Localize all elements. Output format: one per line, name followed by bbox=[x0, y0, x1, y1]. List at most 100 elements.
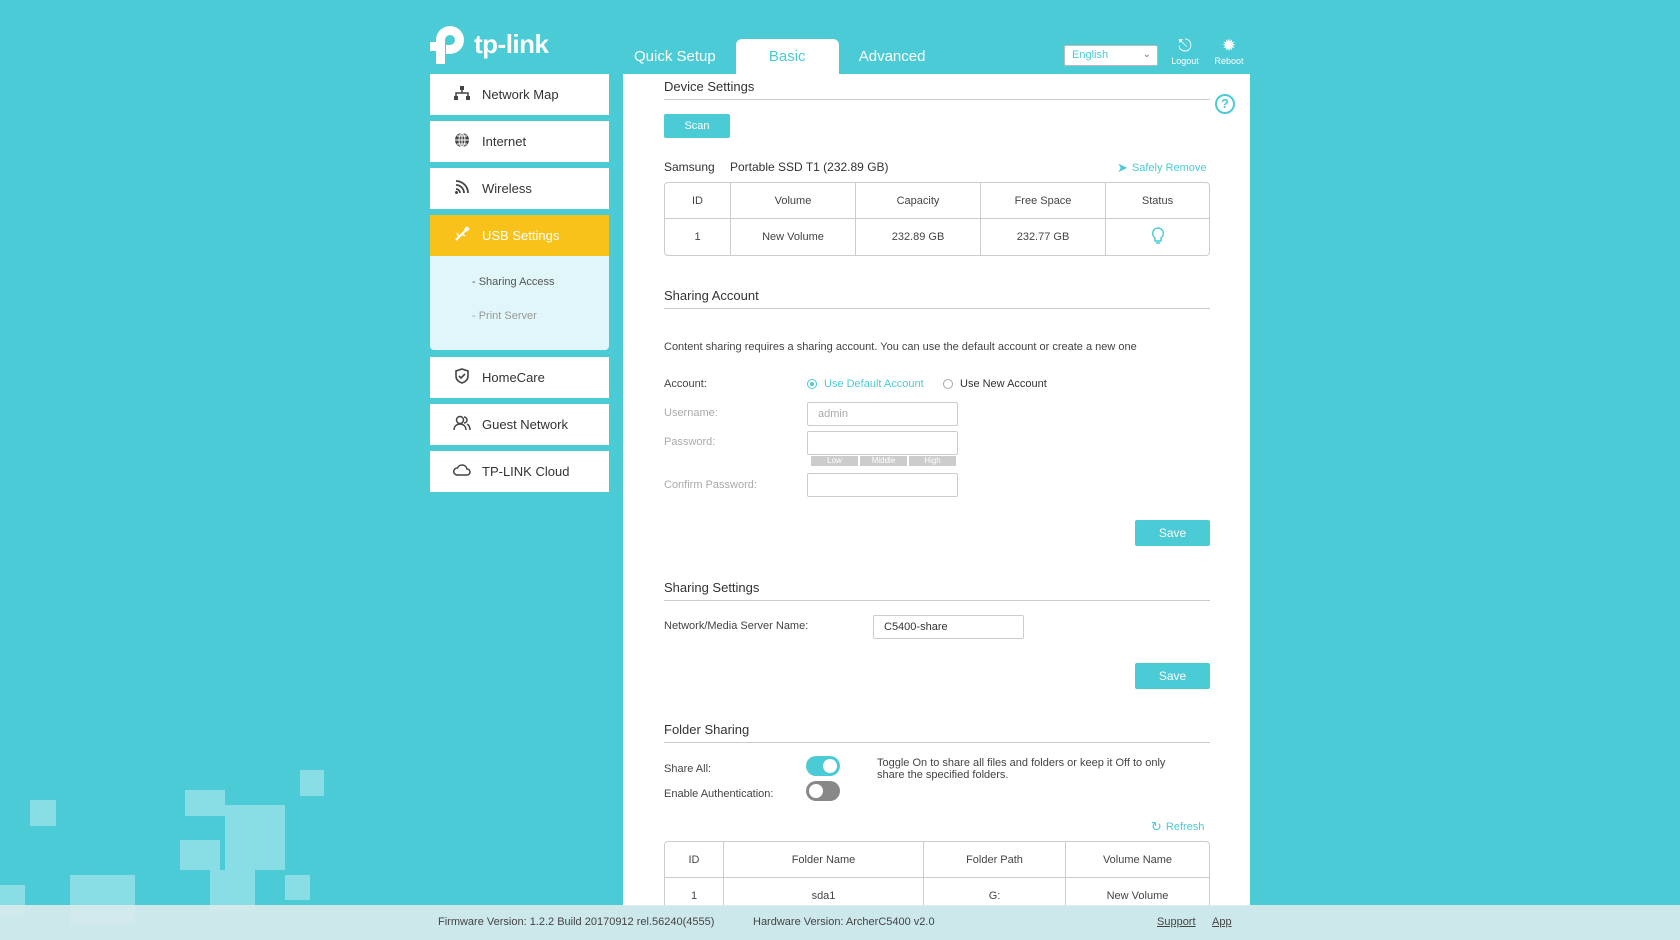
folder-sharing-title: Folder Sharing bbox=[664, 722, 750, 737]
divider bbox=[664, 308, 1210, 309]
sidebar-item-tp-link-cloud[interactable]: TP-LINK Cloud bbox=[430, 451, 609, 492]
toggle-knob bbox=[809, 784, 823, 798]
table-cell: 1 bbox=[665, 219, 731, 255]
firmware-version: Firmware Version: 1.2.2 Build 20170912 r… bbox=[438, 916, 715, 928]
table-cell: 1 bbox=[665, 878, 724, 906]
tp-link-logo[interactable]: tp-link bbox=[430, 24, 549, 64]
logout-button[interactable]: ⎋ Logout bbox=[1167, 36, 1203, 66]
table-row[interactable]: 1 sda1 G: New Volume bbox=[665, 878, 1209, 906]
wifi-icon bbox=[452, 179, 472, 199]
strength-low: Low bbox=[811, 456, 858, 466]
sidebar-item-usb-settings[interactable]: USB Settings bbox=[430, 215, 609, 256]
password-label: Password: bbox=[664, 436, 716, 448]
username-field[interactable]: admin bbox=[807, 402, 958, 426]
reboot-icon: ✹ bbox=[1221, 36, 1237, 55]
sharing-settings-title: Sharing Settings bbox=[664, 580, 760, 595]
use-default-account-radio[interactable]: Use Default Account bbox=[807, 378, 924, 390]
confirm-password-field[interactable] bbox=[807, 473, 958, 497]
footer: Firmware Version: 1.2.2 Build 20170912 r… bbox=[0, 905, 1680, 940]
background-decoration bbox=[300, 770, 324, 796]
table-cell: New Volume bbox=[1106, 890, 1169, 902]
hardware-version: Hardware Version: ArcherC5400 v2.0 bbox=[753, 916, 935, 928]
column-header: ID bbox=[665, 183, 731, 219]
server-name-field[interactable]: C5400-share bbox=[873, 615, 1024, 639]
server-name-label: Network/Media Server Name: bbox=[664, 620, 809, 632]
use-new-account-radio[interactable]: Use New Account bbox=[943, 378, 1047, 390]
table-cell: 232.77 GB bbox=[981, 219, 1106, 255]
reboot-button[interactable]: ✹ Reboot bbox=[1211, 36, 1247, 66]
share-all-toggle[interactable] bbox=[806, 756, 840, 776]
refresh-label: Refresh bbox=[1165, 821, 1205, 833]
column-header: Volume bbox=[731, 183, 856, 219]
sidebar-item-label: USB Settings bbox=[482, 228, 560, 243]
column-header: Status bbox=[1106, 183, 1209, 219]
device-brand: Samsung bbox=[664, 160, 715, 174]
shield-icon bbox=[452, 367, 472, 388]
globe-icon bbox=[452, 132, 472, 152]
table-row: 1 New Volume 232.89 GB 232.77 GB bbox=[665, 219, 1209, 255]
network-map-icon bbox=[452, 85, 472, 104]
device-model: Portable SSD T1 (232.89 GB) bbox=[730, 160, 889, 174]
sidebar-item-label: Network Map bbox=[482, 87, 559, 102]
scan-button[interactable]: Scan bbox=[664, 114, 730, 138]
device-table: ID Volume Capacity Free Space Status 1 N… bbox=[664, 182, 1210, 256]
background-decoration bbox=[180, 840, 220, 870]
sidebar-item-label: HomeCare bbox=[482, 370, 545, 385]
app-link[interactable]: App bbox=[1212, 916, 1232, 928]
sidebar-item-label: Guest Network bbox=[482, 417, 568, 432]
table-cell: G: bbox=[924, 878, 1066, 906]
logout-icon: ⎋ bbox=[1178, 36, 1192, 55]
brand-name: tp-link bbox=[474, 28, 549, 59]
device-settings-title: Device Settings bbox=[664, 79, 755, 94]
help-icon[interactable]: ? bbox=[1215, 94, 1235, 114]
table-header-row: ID Folder Name Folder Path Volume Name bbox=[665, 842, 1209, 878]
safely-remove-label: Safely Remove bbox=[1131, 162, 1207, 174]
share-all-hint: Toggle On to share all files and folders… bbox=[877, 757, 1166, 781]
safely-remove-link[interactable]: ➤ Safely Remove bbox=[1117, 160, 1207, 176]
radio-label: Use Default Account bbox=[824, 378, 924, 390]
folder-table: ID Folder Name Folder Path Volume Name 1… bbox=[664, 841, 1210, 906]
password-strength-meter: Low Middle High bbox=[811, 456, 958, 466]
sidebar-item-guest-network[interactable]: Guest Network bbox=[430, 404, 609, 445]
lightbulb-icon bbox=[1151, 226, 1165, 248]
chevron-down-icon: ⌄ bbox=[1142, 49, 1151, 60]
enable-authentication-toggle[interactable] bbox=[806, 781, 840, 801]
background-decoration bbox=[185, 790, 225, 816]
radio-dot bbox=[943, 379, 953, 389]
sidebar-item-internet[interactable]: Internet bbox=[430, 121, 609, 162]
status-cell bbox=[1106, 219, 1209, 255]
subnav-item-sharing-access[interactable]: - Sharing Access bbox=[430, 276, 609, 310]
confirm-password-label: Confirm Password: bbox=[664, 479, 757, 491]
language-select[interactable]: English ⌄ bbox=[1064, 45, 1158, 66]
table-cell: 232.89 GB bbox=[856, 219, 981, 255]
column-header: Capacity bbox=[856, 183, 981, 219]
sidebar-item-network-map[interactable]: Network Map bbox=[430, 74, 609, 115]
toggle-knob bbox=[823, 759, 837, 773]
column-header: Folder Path bbox=[924, 842, 1066, 878]
top-navigation: Quick Setup Basic Advanced bbox=[620, 39, 939, 74]
sharing-settings-save-button[interactable]: Save bbox=[1135, 663, 1210, 689]
column-header: ID bbox=[665, 842, 724, 878]
refresh-link[interactable]: ↻ Refresh bbox=[1151, 819, 1204, 835]
background-decoration bbox=[285, 875, 310, 900]
radio-dot bbox=[807, 379, 817, 389]
table-header-row: ID Volume Capacity Free Space Status bbox=[665, 183, 1209, 219]
sharing-account-save-button[interactable]: Save bbox=[1135, 520, 1210, 546]
sidebar-item-wireless[interactable]: Wireless bbox=[430, 168, 609, 209]
table-cell: New Volume bbox=[731, 219, 856, 255]
password-field[interactable] bbox=[807, 431, 958, 455]
enable-authentication-label: Enable Authentication: bbox=[664, 788, 774, 800]
cloud-icon bbox=[452, 463, 472, 481]
users-icon bbox=[452, 415, 472, 435]
tab-quick-setup[interactable]: Quick Setup bbox=[620, 39, 730, 74]
subnav-item-print-server[interactable]: - Print Server bbox=[430, 310, 609, 344]
background-decoration bbox=[225, 805, 285, 870]
sidebar-item-homecare[interactable]: HomeCare bbox=[430, 357, 609, 398]
tp-link-logo-icon bbox=[430, 24, 470, 64]
support-link[interactable]: Support bbox=[1157, 916, 1196, 928]
main-panel: Device Settings ? Scan Samsung Portable … bbox=[623, 74, 1250, 906]
tab-basic[interactable]: Basic bbox=[735, 39, 839, 74]
column-header: Folder Name bbox=[724, 842, 924, 878]
tab-advanced[interactable]: Advanced bbox=[845, 39, 940, 74]
usb-settings-subnav: - Sharing Access - Print Server bbox=[430, 256, 609, 350]
